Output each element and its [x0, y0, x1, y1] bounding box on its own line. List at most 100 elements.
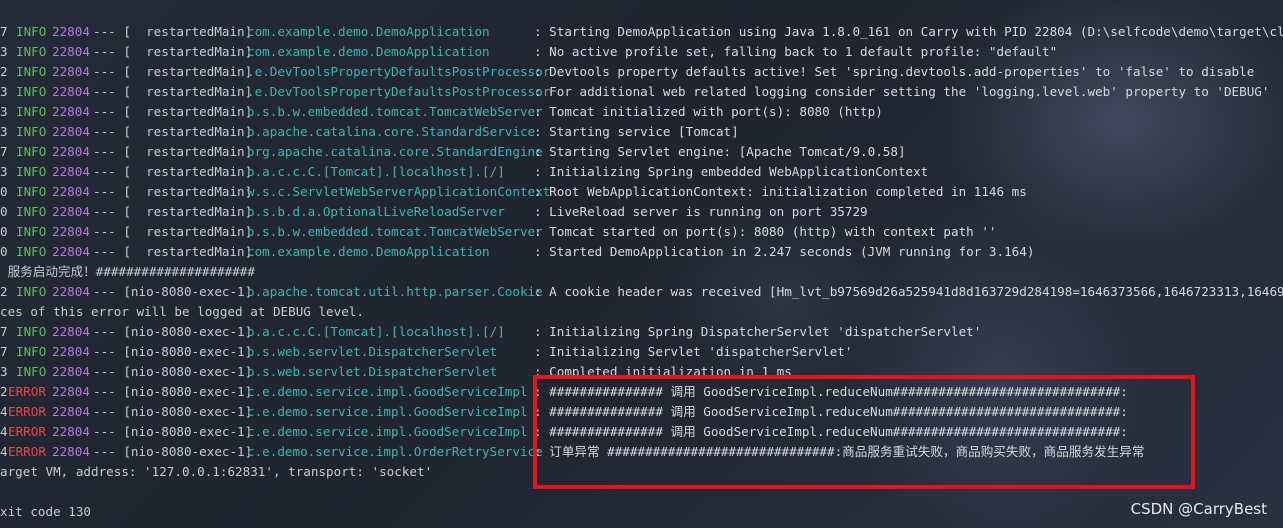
logger-name: .e.DevToolsPropertyDefaultsPostProcessor — [247, 84, 551, 99]
log-level: INFO — [16, 164, 47, 179]
log-message: : Tomcat started on port(s): 8080 (http)… — [534, 224, 997, 239]
log-message: : Starting service [Tomcat] — [534, 124, 739, 139]
line-gutter-digit: 0 — [0, 204, 8, 219]
logger-name: o.s.web.servlet.DispatcherServlet — [247, 364, 498, 379]
log-level: INFO — [16, 144, 47, 159]
thread-name: --- [ restartedMain] — [93, 244, 253, 259]
log-message: : Started DemoApplication in 2.247 secon… — [534, 244, 1035, 259]
line-gutter-digit: 7 — [0, 324, 8, 339]
logger-name: o.apache.tomcat.util.http.parser.Cookie — [247, 284, 543, 299]
log-level: ERROR — [8, 424, 46, 439]
log-level: INFO — [16, 124, 47, 139]
thread-name: --- [nio-8080-exec-1] — [93, 424, 253, 439]
line-gutter-digit: 3 — [0, 364, 8, 379]
error-highlight-box — [533, 375, 1195, 489]
thread-name: --- [ restartedMain] — [93, 164, 253, 179]
log-level: INFO — [16, 24, 47, 39]
logger-name: o.a.c.c.C.[Tomcat].[localhost].[/] — [247, 164, 505, 179]
line-gutter-digit: 2 — [0, 384, 8, 399]
logger-name: com.example.demo.DemoApplication — [247, 24, 490, 39]
thread-name: --- [ restartedMain] — [93, 64, 253, 79]
logger-name: o.a.c.c.C.[Tomcat].[localhost].[/] — [247, 324, 505, 339]
thread-name: --- [ restartedMain] — [93, 144, 253, 159]
console-line: ces of this error will be logged at DEBU… — [0, 302, 1283, 322]
logger-name: o.apache.catalina.core.StandardService — [247, 124, 536, 139]
logger-name: o.s.b.w.embedded.tomcat.TomcatWebServer — [247, 224, 543, 239]
log-level: INFO — [16, 244, 47, 259]
line-gutter-digit: 7 — [0, 144, 8, 159]
console-line: 2 INFO 22804 --- [nio-8080-exec-1] o.apache.… — [0, 282, 1283, 302]
process-id: 22804 — [52, 24, 90, 39]
log-level: INFO — [16, 64, 47, 79]
thread-name: --- [ restartedMain] — [93, 204, 253, 219]
logger-name: com.example.demo.DemoApplication — [247, 244, 490, 259]
log-message: : LiveReload server is running on port 3… — [534, 204, 868, 219]
console-line: 0 INFO 22804 --- [ restartedMain] o.s.b.d.a.… — [0, 202, 1283, 222]
log-message: : Initializing Spring embedded WebApplic… — [534, 164, 929, 179]
thread-name: --- [nio-8080-exec-1] — [93, 284, 253, 299]
process-id: 22804 — [52, 124, 90, 139]
log-message: : Initializing Spring DispatcherServlet … — [534, 324, 982, 339]
log-message: : No active profile set, falling back to… — [534, 44, 1058, 59]
console-plain-text: xit code 130 — [0, 504, 91, 519]
logger-name: org.apache.catalina.core.StandardEngine — [247, 144, 543, 159]
line-gutter-digit: 3 — [0, 124, 8, 139]
process-id: 22804 — [52, 144, 90, 159]
log-level: INFO — [16, 44, 47, 59]
console-line: 3 INFO 22804 --- [ restartedMain] o.apache.c… — [0, 122, 1283, 142]
console-line: 0 INFO 22804 --- [ restartedMain] w.s.c.Serv… — [0, 182, 1283, 202]
process-id: 22804 — [52, 324, 90, 339]
log-level: INFO — [16, 224, 47, 239]
console-line: 7 INFO 22804 --- [ restartedMain] org.apache… — [0, 142, 1283, 162]
console-line: 3 INFO 22804 --- [ restartedMain] o.s.b.w.em… — [0, 102, 1283, 122]
console-line: 7 INFO 22804 --- [nio-8080-exec-1] o.s.web.s… — [0, 342, 1283, 362]
logger-name: c.e.demo.service.impl.GoodServiceImpl — [247, 424, 528, 439]
process-id: 22804 — [52, 444, 90, 459]
thread-name: --- [ restartedMain] — [93, 104, 253, 119]
process-id: 22804 — [52, 364, 90, 379]
log-level: INFO — [16, 104, 47, 119]
log-level: ERROR — [8, 404, 46, 419]
process-id: 22804 — [52, 44, 90, 59]
process-id: 22804 — [52, 204, 90, 219]
process-id: 22804 — [52, 404, 90, 419]
log-level: ERROR — [8, 444, 46, 459]
process-id: 22804 — [52, 424, 90, 439]
console-line: 0 INFO 22804 --- [ restartedMain] o.s.b.w.em… — [0, 222, 1283, 242]
log-message: : Devtools property defaults active! Set… — [534, 64, 1255, 79]
thread-name: --- [nio-8080-exec-1] — [93, 364, 253, 379]
thread-name: --- [ restartedMain] — [93, 224, 253, 239]
console-line: 服务启动完成！##################### — [0, 262, 1283, 282]
logger-name: w.s.c.ServletWebServerApplicationContext — [247, 184, 551, 199]
thread-name: --- [ restartedMain] — [93, 44, 253, 59]
console-plain-text: 服务启动完成！##################### — [0, 264, 255, 279]
logger-name: o.s.b.d.a.OptionalLiveReloadServer — [247, 204, 505, 219]
console-line: xit code 130 — [0, 502, 1283, 522]
logger-name: com.example.demo.DemoApplication — [247, 44, 490, 59]
log-level: INFO — [16, 324, 47, 339]
process-id: 22804 — [52, 64, 90, 79]
line-gutter-digit: 4 — [0, 404, 8, 419]
process-id: 22804 — [52, 164, 90, 179]
process-id: 22804 — [52, 284, 90, 299]
thread-name: --- [ restartedMain] — [93, 84, 253, 99]
log-level: ERROR — [8, 384, 46, 399]
process-id: 22804 — [52, 384, 90, 399]
line-gutter-digit: 3 — [0, 104, 8, 119]
logger-name: c.e.demo.service.impl.GoodServiceImpl — [247, 404, 528, 419]
log-message: : Initializing Servlet 'dispatcherServle… — [534, 344, 853, 359]
process-id: 22804 — [52, 224, 90, 239]
log-message: : A cookie header was received [Hm_lvt_b… — [534, 284, 1283, 299]
line-gutter-digit: 0 — [0, 184, 8, 199]
logger-name: c.e.demo.service.impl.GoodServiceImpl — [247, 384, 528, 399]
console-line: 2 INFO 22804 --- [ restartedMain] .e.DevTool… — [0, 62, 1283, 82]
console-plain-text: arget VM, address: '127.0.0.1:62831', tr… — [0, 464, 433, 479]
log-message: : Starting Servlet engine: [Apache Tomca… — [534, 144, 906, 159]
log-message: : For additional web related logging con… — [534, 84, 1270, 99]
console-line: 7 INFO 22804 --- [nio-8080-exec-1] o.a.c.c.C… — [0, 322, 1283, 342]
process-id: 22804 — [52, 344, 90, 359]
console-line: 0 INFO 22804 --- [ restartedMain] com.exampl… — [0, 242, 1283, 262]
log-level: INFO — [16, 184, 47, 199]
process-id: 22804 — [52, 84, 90, 99]
line-gutter-digit: 7 — [0, 24, 8, 39]
